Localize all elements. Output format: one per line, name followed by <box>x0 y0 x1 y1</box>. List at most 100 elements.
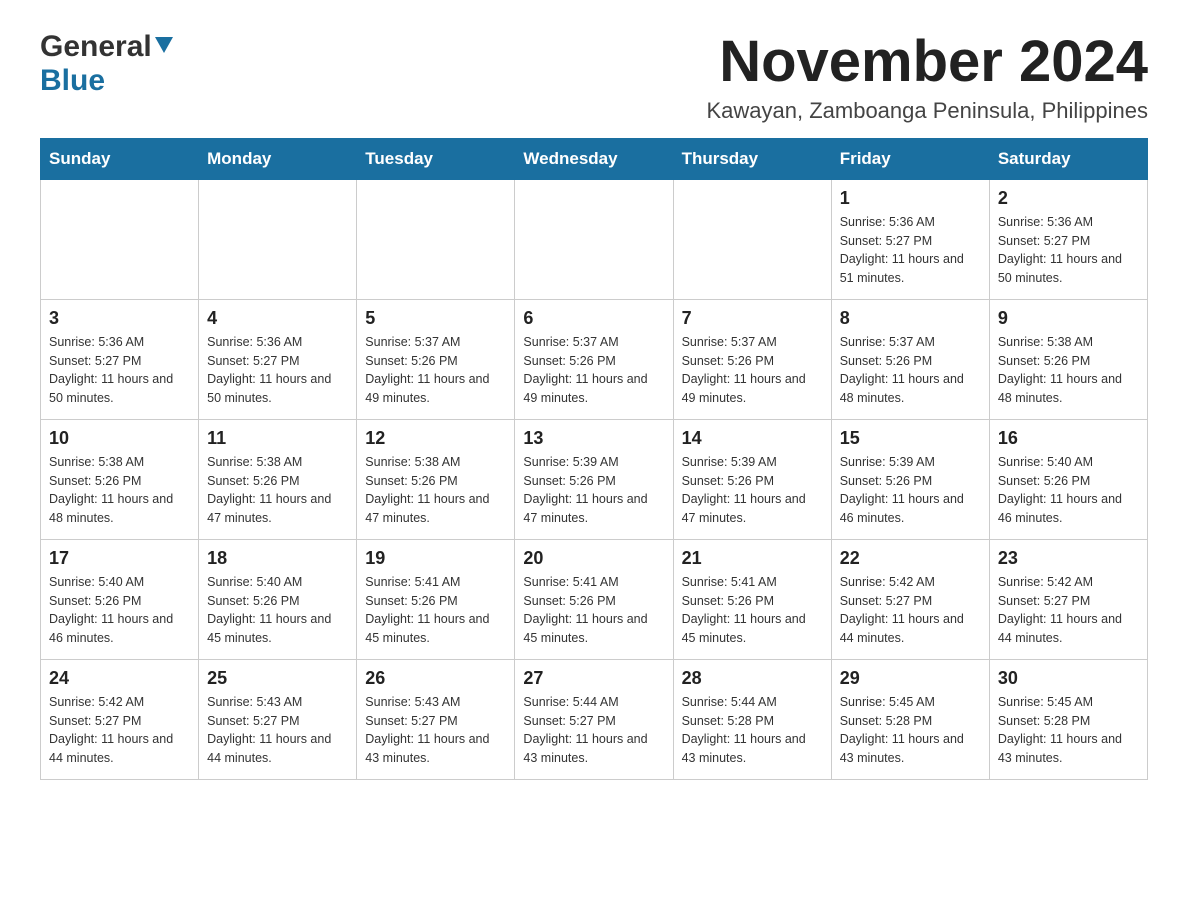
logo-triangle-icon <box>155 37 173 60</box>
day-info: Sunrise: 5:37 AM Sunset: 5:26 PM Dayligh… <box>523 333 664 408</box>
day-number: 11 <box>207 428 348 449</box>
calendar-cell: 16 Sunrise: 5:40 AM Sunset: 5:26 PM Dayli… <box>989 419 1147 539</box>
day-info: Sunrise: 5:38 AM Sunset: 5:26 PM Dayligh… <box>49 453 190 528</box>
calendar-cell: 15 Sunrise: 5:39 AM Sunset: 5:26 PM Dayli… <box>831 419 989 539</box>
day-info: Sunrise: 5:36 AM Sunset: 5:27 PM Dayligh… <box>207 333 348 408</box>
day-number: 26 <box>365 668 506 689</box>
month-title: November 2024 <box>706 30 1148 94</box>
calendar-cell: 11 Sunrise: 5:38 AM Sunset: 5:26 PM Dayli… <box>199 419 357 539</box>
calendar-cell: 3 Sunrise: 5:36 AM Sunset: 5:27 PM Daylig… <box>41 299 199 419</box>
calendar-cell: 28Sunrise: 5:44 AM Sunset: 5:28 PM Dayli… <box>673 659 831 779</box>
calendar-cell: 9Sunrise: 5:38 AM Sunset: 5:26 PM Daylig… <box>989 299 1147 419</box>
day-info: Sunrise: 5:43 AM Sunset: 5:27 PM Dayligh… <box>207 693 348 768</box>
day-info: Sunrise: 5:40 AM Sunset: 5:26 PM Dayligh… <box>49 573 190 648</box>
header-day-friday: Friday <box>831 138 989 179</box>
day-number: 14 <box>682 428 823 449</box>
calendar-cell: 24 Sunrise: 5:42 AM Sunset: 5:27 PM Dayli… <box>41 659 199 779</box>
header-day-wednesday: Wednesday <box>515 138 673 179</box>
day-info: Sunrise: 5:43 AM Sunset: 5:27 PM Dayligh… <box>365 693 506 768</box>
day-info: Sunrise: 5:44 AM Sunset: 5:27 PM Dayligh… <box>523 693 664 768</box>
day-number: 29 <box>840 668 981 689</box>
day-number: 6 <box>523 308 664 329</box>
calendar-cell: 21Sunrise: 5:41 AM Sunset: 5:26 PM Dayli… <box>673 539 831 659</box>
day-number: 30 <box>998 668 1139 689</box>
day-info: Sunrise: 5:40 AM Sunset: 5:26 PM Dayligh… <box>207 573 348 648</box>
day-number: 13 <box>523 428 664 449</box>
day-info: Sunrise: 5:38 AM Sunset: 5:26 PM Dayligh… <box>207 453 348 528</box>
location-subtitle: Kawayan, Zamboanga Peninsula, Philippine… <box>706 98 1148 124</box>
calendar-cell: 12 Sunrise: 5:38 AM Sunset: 5:26 PM Dayli… <box>357 419 515 539</box>
day-number: 1 <box>840 188 981 209</box>
calendar-week-3: 10 Sunrise: 5:38 AM Sunset: 5:26 PM Dayli… <box>41 419 1148 539</box>
day-number: 28 <box>682 668 823 689</box>
calendar-cell: 30 Sunrise: 5:45 AM Sunset: 5:28 PM Dayli… <box>989 659 1147 779</box>
calendar-cell: 25 Sunrise: 5:43 AM Sunset: 5:27 PM Dayli… <box>199 659 357 779</box>
logo: General Blue <box>40 30 173 98</box>
day-info: Sunrise: 5:45 AM Sunset: 5:28 PM Dayligh… <box>840 693 981 768</box>
header-day-thursday: Thursday <box>673 138 831 179</box>
calendar-cell <box>515 179 673 299</box>
day-info: Sunrise: 5:39 AM Sunset: 5:26 PM Dayligh… <box>682 453 823 528</box>
calendar-week-1: 1 Sunrise: 5:36 AM Sunset: 5:27 PM Daylig… <box>41 179 1148 299</box>
day-info: Sunrise: 5:40 AM Sunset: 5:26 PM Dayligh… <box>998 453 1139 528</box>
day-number: 2 <box>998 188 1139 209</box>
day-number: 9 <box>998 308 1139 329</box>
header-day-tuesday: Tuesday <box>357 138 515 179</box>
day-number: 27 <box>523 668 664 689</box>
calendar-cell <box>199 179 357 299</box>
calendar-cell <box>357 179 515 299</box>
day-info: Sunrise: 5:39 AM Sunset: 5:26 PM Dayligh… <box>840 453 981 528</box>
calendar-cell: 29 Sunrise: 5:45 AM Sunset: 5:28 PM Dayli… <box>831 659 989 779</box>
calendar-header: SundayMondayTuesdayWednesdayThursdayFrid… <box>41 138 1148 179</box>
day-info: Sunrise: 5:39 AM Sunset: 5:26 PM Dayligh… <box>523 453 664 528</box>
day-info: Sunrise: 5:37 AM Sunset: 5:26 PM Dayligh… <box>840 333 981 408</box>
day-number: 16 <box>998 428 1139 449</box>
day-info: Sunrise: 5:36 AM Sunset: 5:27 PM Dayligh… <box>840 213 981 288</box>
day-number: 24 <box>49 668 190 689</box>
calendar-cell: 6 Sunrise: 5:37 AM Sunset: 5:26 PM Daylig… <box>515 299 673 419</box>
calendar-cell: 27 Sunrise: 5:44 AM Sunset: 5:27 PM Dayli… <box>515 659 673 779</box>
day-number: 19 <box>365 548 506 569</box>
calendar-cell: 14 Sunrise: 5:39 AM Sunset: 5:26 PM Dayli… <box>673 419 831 539</box>
day-info: Sunrise: 5:37 AM Sunset: 5:26 PM Dayligh… <box>365 333 506 408</box>
calendar-cell: 10 Sunrise: 5:38 AM Sunset: 5:26 PM Dayli… <box>41 419 199 539</box>
logo-general-text: General <box>40 30 152 64</box>
day-number: 3 <box>49 308 190 329</box>
calendar-cell <box>41 179 199 299</box>
day-info: Sunrise: 5:41 AM Sunset: 5:26 PM Dayligh… <box>682 573 823 648</box>
day-number: 15 <box>840 428 981 449</box>
day-info: Sunrise: 5:42 AM Sunset: 5:27 PM Dayligh… <box>840 573 981 648</box>
day-info: Sunrise: 5:36 AM Sunset: 5:27 PM Dayligh… <box>49 333 190 408</box>
title-section: November 2024 Kawayan, Zamboanga Peninsu… <box>706 30 1148 124</box>
calendar-cell: 8Sunrise: 5:37 AM Sunset: 5:26 PM Daylig… <box>831 299 989 419</box>
day-number: 25 <box>207 668 348 689</box>
calendar-cell: 4Sunrise: 5:36 AM Sunset: 5:27 PM Daylig… <box>199 299 357 419</box>
calendar-cell: 23Sunrise: 5:42 AM Sunset: 5:27 PM Dayli… <box>989 539 1147 659</box>
calendar-cell <box>673 179 831 299</box>
page-header: General Blue November 2024 Kawayan, Zamb… <box>40 30 1148 124</box>
calendar-week-4: 17 Sunrise: 5:40 AM Sunset: 5:26 PM Dayli… <box>41 539 1148 659</box>
calendar-cell: 19 Sunrise: 5:41 AM Sunset: 5:26 PM Dayli… <box>357 539 515 659</box>
calendar-body: 1 Sunrise: 5:36 AM Sunset: 5:27 PM Daylig… <box>41 179 1148 779</box>
calendar-cell: 18 Sunrise: 5:40 AM Sunset: 5:26 PM Dayli… <box>199 539 357 659</box>
day-number: 12 <box>365 428 506 449</box>
header-day-saturday: Saturday <box>989 138 1147 179</box>
day-number: 10 <box>49 428 190 449</box>
day-number: 18 <box>207 548 348 569</box>
calendar-cell: 20Sunrise: 5:41 AM Sunset: 5:26 PM Dayli… <box>515 539 673 659</box>
day-info: Sunrise: 5:41 AM Sunset: 5:26 PM Dayligh… <box>365 573 506 648</box>
day-info: Sunrise: 5:36 AM Sunset: 5:27 PM Dayligh… <box>998 213 1139 288</box>
calendar-week-2: 3 Sunrise: 5:36 AM Sunset: 5:27 PM Daylig… <box>41 299 1148 419</box>
day-info: Sunrise: 5:42 AM Sunset: 5:27 PM Dayligh… <box>49 693 190 768</box>
day-info: Sunrise: 5:45 AM Sunset: 5:28 PM Dayligh… <box>998 693 1139 768</box>
logo-blue-text: Blue <box>40 64 105 97</box>
calendar-cell: 13 Sunrise: 5:39 AM Sunset: 5:26 PM Dayli… <box>515 419 673 539</box>
header-day-sunday: Sunday <box>41 138 199 179</box>
day-info: Sunrise: 5:41 AM Sunset: 5:26 PM Dayligh… <box>523 573 664 648</box>
day-info: Sunrise: 5:38 AM Sunset: 5:26 PM Dayligh… <box>365 453 506 528</box>
day-number: 23 <box>998 548 1139 569</box>
calendar-cell: 26 Sunrise: 5:43 AM Sunset: 5:27 PM Dayli… <box>357 659 515 779</box>
day-number: 17 <box>49 548 190 569</box>
calendar-cell: 17 Sunrise: 5:40 AM Sunset: 5:26 PM Dayli… <box>41 539 199 659</box>
calendar-cell: 22Sunrise: 5:42 AM Sunset: 5:27 PM Dayli… <box>831 539 989 659</box>
